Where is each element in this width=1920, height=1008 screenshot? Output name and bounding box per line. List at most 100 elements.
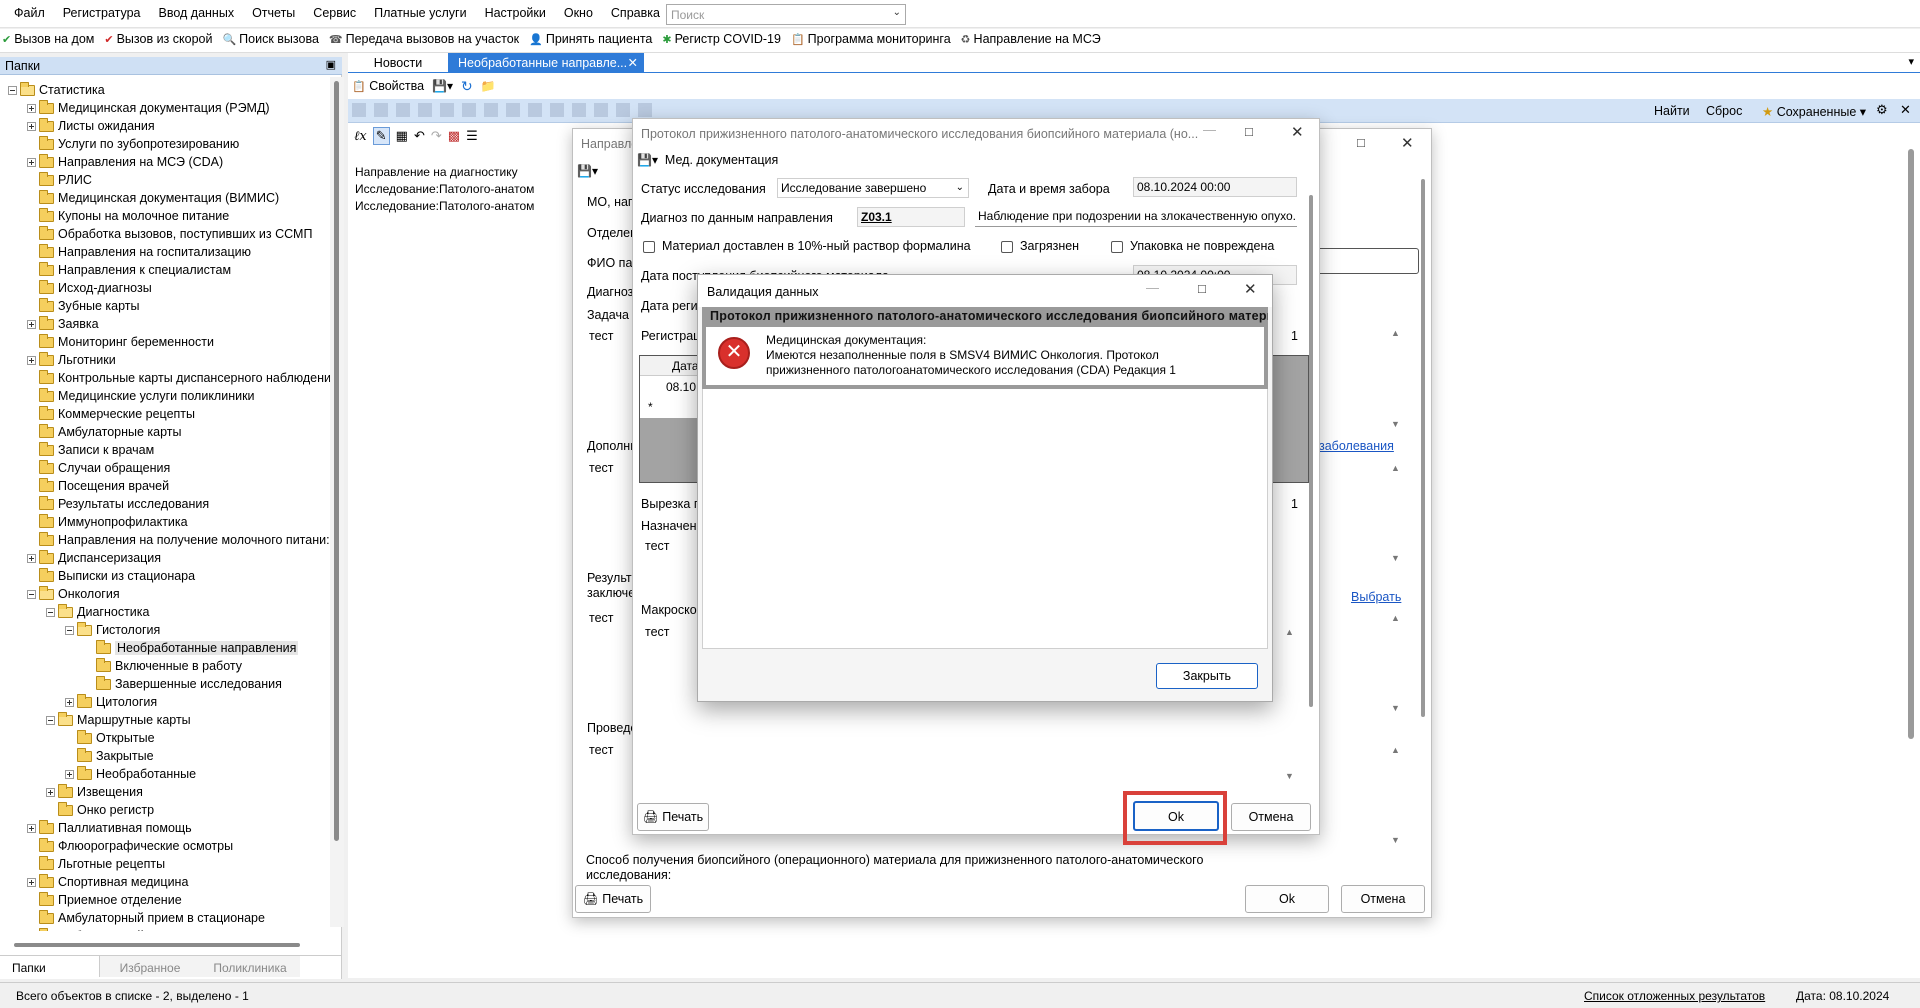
toolbar-button[interactable]: ☎ Передача вызовов на участок xyxy=(329,32,519,46)
tree-node[interactable]: Листы ожидания xyxy=(27,117,155,135)
delete-icon[interactable]: ▩ xyxy=(448,128,460,144)
tree-node[interactable]: Гистология xyxy=(65,621,160,639)
expand-icon[interactable] xyxy=(65,770,74,780)
maximize-icon[interactable]: □ xyxy=(1245,124,1253,139)
tree-scrollbar[interactable] xyxy=(330,77,344,927)
tree-node[interactable]: Онкология xyxy=(27,585,120,603)
pin-icon[interactable]: ▣ xyxy=(326,58,336,71)
tree-node[interactable]: Мониторинг беременности xyxy=(27,333,214,351)
tree-node[interactable]: Статистика xyxy=(8,81,105,99)
table-edit-icon[interactable]: ✎ xyxy=(372,127,390,145)
tree-node[interactable]: Диагностика xyxy=(46,603,149,621)
grid-cell-date[interactable]: 08.10. xyxy=(666,380,699,394)
toolbar-button[interactable]: ✔ Вызов из скорой xyxy=(104,32,212,46)
scroll-down-icon[interactable]: ▼ xyxy=(1391,553,1400,563)
tree-node[interactable]: РЛИС xyxy=(27,171,92,189)
tree-node[interactable]: Амбулаторный прием xyxy=(27,927,184,931)
date-take-field[interactable]: 08.10.2024 00:00 xyxy=(1133,177,1297,197)
expand-icon[interactable] xyxy=(27,878,36,888)
maximize-icon[interactable]: □ xyxy=(1198,281,1206,296)
menu-item[interactable]: Окно xyxy=(564,6,593,22)
tree-node[interactable]: Контрольные карты диспансерного наблюден… xyxy=(27,369,330,387)
tree-node[interactable]: Записи к врачам xyxy=(27,441,154,459)
collapse-icon[interactable] xyxy=(46,608,55,618)
properties-button[interactable]: 📋 Свойства xyxy=(352,79,424,93)
panel-tab[interactable]: Избранное xyxy=(100,956,200,977)
close-icon[interactable]: ✕ xyxy=(1900,102,1911,118)
expand-icon[interactable] xyxy=(27,554,36,564)
tree-node[interactable]: Купоны на молочное питание xyxy=(27,207,229,225)
referral-right-field[interactable] xyxy=(1313,248,1419,274)
tree-hscrollbar[interactable] xyxy=(14,943,300,947)
tree-node[interactable]: Включенные в работу xyxy=(84,657,242,675)
tree-node[interactable]: Исход-диагнозы xyxy=(27,279,152,297)
status-select[interactable]: Исследование завершено ⌄ xyxy=(777,178,969,198)
close-icon[interactable]: ✕ xyxy=(1401,134,1414,152)
scroll-up-icon[interactable]: ▲ xyxy=(1391,463,1400,473)
tree-node[interactable]: Медицинская документация (РЭМД) xyxy=(27,99,270,117)
deferred-results-link[interactable]: Список отложенных результатов xyxy=(1584,989,1765,1003)
tree-node[interactable]: Закрытые xyxy=(65,747,154,765)
panel-tab[interactable]: Папки xyxy=(0,956,100,977)
tree-node[interactable]: Паллиативная помощь xyxy=(27,819,192,837)
tree-node[interactable]: Флюорографические осмотры xyxy=(27,837,233,855)
minimize-icon[interactable]: — xyxy=(1146,280,1159,295)
tree-node[interactable]: Медицинские услуги поликлиники xyxy=(27,387,255,405)
scroll-up-icon[interactable]: ▲ xyxy=(1391,613,1400,623)
tree-node[interactable]: Случаи обращения xyxy=(27,459,170,477)
list-row[interactable]: Исследование:Патолого-анатомическ xyxy=(355,199,535,213)
tree-node[interactable]: Онко регистр xyxy=(46,801,154,819)
menu-item[interactable]: Ввод данных xyxy=(159,6,235,22)
expand-icon[interactable] xyxy=(27,320,36,330)
reset-button[interactable]: Сброс xyxy=(1706,104,1742,118)
collapse-icon[interactable] xyxy=(65,626,74,636)
undo-icon[interactable]: ↶ xyxy=(414,128,425,144)
table-icon[interactable]: ▦ xyxy=(396,128,408,144)
tree-node[interactable]: Направления на МСЭ (CDA) xyxy=(27,153,223,171)
tree-node[interactable]: Зубные карты xyxy=(27,297,140,315)
formula-icon[interactable]: ℓx xyxy=(354,128,367,144)
close-icon[interactable]: ✕ xyxy=(628,53,638,73)
toolbar-button[interactable]: 📋 Программа мониторинга xyxy=(791,32,951,46)
tree-node[interactable]: Направления на госпитализацию xyxy=(27,243,251,261)
menu-item[interactable]: Файл xyxy=(14,6,45,22)
menu-item[interactable]: Отчеты xyxy=(252,6,295,22)
scroll-down-icon[interactable]: ▼ xyxy=(1391,835,1400,845)
tree-node[interactable]: Открытые xyxy=(65,729,155,747)
tab-news[interactable]: Новости xyxy=(348,53,448,73)
maximize-icon[interactable]: □ xyxy=(1357,135,1365,150)
filter-settings-icon[interactable]: ⚙ xyxy=(1876,102,1888,118)
cancel-button[interactable]: Отмена xyxy=(1341,885,1425,913)
tree-node[interactable]: Результаты исследования xyxy=(27,495,209,513)
expand-icon[interactable] xyxy=(27,104,36,114)
expand-icon[interactable] xyxy=(27,122,36,132)
scroll-up-icon[interactable]: ▲ xyxy=(1391,328,1400,338)
tree-node[interactable]: Посещения врачей xyxy=(27,477,169,495)
diag-code-field[interactable]: Z03.1 xyxy=(857,207,965,227)
tree-node[interactable]: Иммунопрофилактика xyxy=(27,513,188,531)
scroll-down-icon[interactable]: ▼ xyxy=(1391,419,1400,429)
scroll-up-icon[interactable]: ▲ xyxy=(1391,745,1400,755)
tree-node[interactable]: Диспансеризация xyxy=(27,549,161,567)
tree-node[interactable]: Завершенные исследования xyxy=(84,675,282,693)
disease-link[interactable]: заболевания xyxy=(1319,439,1394,453)
ok-button[interactable]: Ok xyxy=(1245,885,1329,913)
collapse-icon[interactable] xyxy=(27,590,36,600)
expand-icon[interactable] xyxy=(65,698,74,708)
scroll-up-icon[interactable]: ▲ xyxy=(1285,627,1294,637)
protocol-ok-button[interactable]: Ok xyxy=(1133,801,1219,831)
chevron-down-icon[interactable]: ⌄ xyxy=(893,7,901,18)
export-icon[interactable]: 💾▾ xyxy=(432,79,453,93)
grid-new-row[interactable]: * xyxy=(648,400,653,414)
refresh-icon[interactable]: ↻ xyxy=(461,78,473,95)
tree-node[interactable]: Амбулаторный прием в стационаре xyxy=(27,909,265,927)
med-doc-menu[interactable]: 💾▾ Мед. документация xyxy=(637,153,778,167)
menu-item[interactable]: Регистратура xyxy=(63,6,141,22)
close-icon[interactable]: ✕ xyxy=(1291,123,1304,141)
redo-icon[interactable]: ↷ xyxy=(431,128,442,144)
folder-add-icon[interactable]: 📁 xyxy=(481,79,496,93)
tree-node[interactable]: Цитология xyxy=(65,693,157,711)
tree-node[interactable]: Обработка вызовов, поступивших из ССМП xyxy=(27,225,312,243)
tree-node[interactable]: Спортивная медицина xyxy=(27,873,188,891)
tree-node[interactable]: Коммерческие рецепты xyxy=(27,405,195,423)
